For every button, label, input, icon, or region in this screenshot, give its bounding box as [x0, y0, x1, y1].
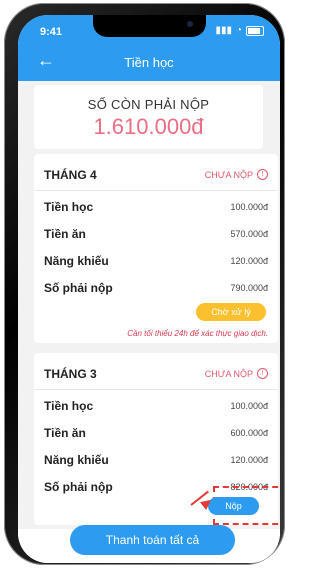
fee-card-month-4: THÁNG 4 CHƯA NỘP ! Tiền học 100.000đ Tiề… [34, 154, 278, 343]
pay-all-button[interactable]: Thanh toán tất cả [70, 525, 235, 555]
fee-label: Số phải nộp [44, 480, 113, 494]
fee-value: 100.000đ [230, 202, 268, 212]
fee-row: Tiền học 100.000đ [44, 200, 268, 214]
phone-frame: 9:41 ▮▮▮ ◔ ← Tiền học SỐ CÒN PHẢI NỘP 1.… [4, 3, 285, 565]
fee-row: Tiền ăn 570.000đ [44, 227, 268, 241]
fee-value: 120.000đ [230, 455, 268, 465]
fee-row: Tiền ăn 600.000đ [44, 426, 268, 440]
fee-label: Tiền học [44, 399, 94, 413]
fee-row: Năng khiếu 120.000đ [44, 254, 268, 268]
wifi-icon: ◔ [235, 25, 242, 36]
camera-icon [187, 21, 193, 27]
page-title: Tiền học [124, 55, 174, 70]
pending-button[interactable]: Chờ xử lý [196, 303, 266, 321]
fee-label: Năng khiếu [44, 254, 109, 268]
card-month: THÁNG 3 [44, 367, 97, 381]
phone-notch [93, 15, 206, 37]
fee-value: 100.000đ [230, 401, 268, 411]
balance-amount: 1.610.000đ [93, 114, 204, 139]
fee-label: Năng khiếu [44, 453, 109, 467]
fee-label: Tiền học [44, 200, 94, 214]
fee-row: Tiền học 100.000đ [44, 399, 268, 413]
fee-value: 120.000đ [230, 256, 268, 266]
pay-month-3-button[interactable]: Nộp [208, 497, 259, 515]
signal-icon: ▮▮▮ [215, 25, 232, 36]
card-month: THÁNG 4 [44, 168, 97, 182]
card-header: THÁNG 4 CHƯA NỘP ! [34, 154, 278, 184]
fee-row: Năng khiếu 120.000đ [44, 453, 268, 467]
app-screen: 9:41 ▮▮▮ ◔ ← Tiền học SỐ CÒN PHẢI NỘP 1.… [18, 15, 280, 563]
balance-summary: SỐ CÒN PHẢI NỘP 1.610.000đ [34, 85, 263, 149]
fee-label: Số phải nộp [44, 281, 113, 295]
balance-label: SỐ CÒN PHẢI NỘP [87, 97, 210, 112]
divider [34, 190, 278, 191]
fee-row: Số phải nộp 790.000đ [44, 281, 268, 295]
status-icons: ▮▮▮ ◔ [215, 25, 264, 36]
battery-icon [246, 25, 264, 36]
verification-note: Cần tối thiểu 24h để xác thực giao dịch. [127, 329, 268, 338]
fee-value: 600.000đ [230, 428, 268, 438]
info-icon: ! [257, 368, 268, 379]
fee-value: 790.000đ [230, 283, 268, 293]
status-badge: CHƯA NỘP ! [205, 169, 268, 180]
card-header: THÁNG 3 CHƯA NỘP ! [34, 353, 278, 383]
divider [34, 389, 278, 390]
status-time: 9:41 [40, 26, 63, 38]
fee-value: 570.000đ [230, 229, 268, 239]
info-icon: ! [257, 169, 268, 180]
status-badge: CHƯA NỘP ! [205, 368, 268, 379]
status-text: CHƯA NỘP [204, 368, 253, 379]
fee-label: Tiền ăn [44, 426, 86, 440]
fee-label: Tiền ăn [44, 227, 86, 241]
status-text: CHƯA NỘP [204, 169, 253, 180]
